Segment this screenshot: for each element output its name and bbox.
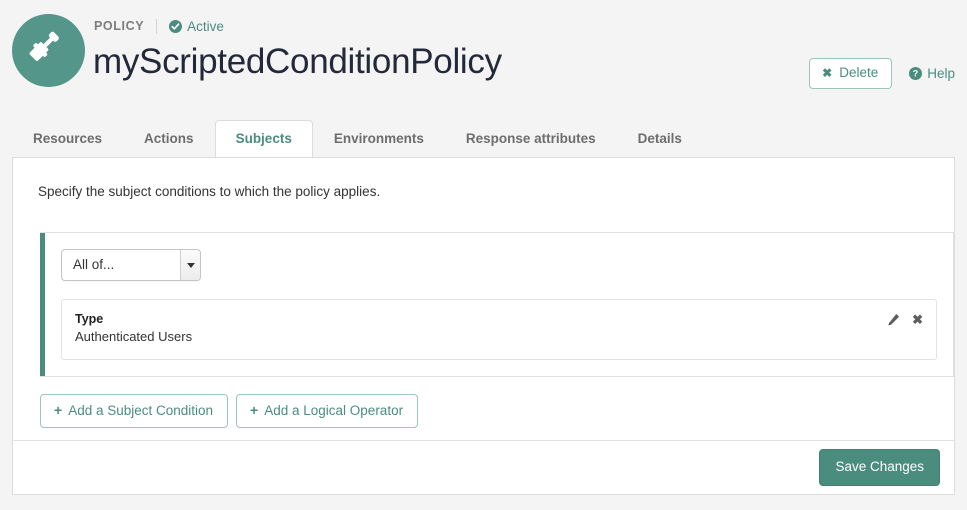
add-subject-condition-label: Add a Subject Condition [68, 403, 214, 418]
tab-resources[interactable]: Resources [12, 120, 123, 158]
logical-operator-value: All of... [73, 257, 115, 272]
panel-footer: Save Changes [13, 440, 954, 494]
remove-condition-button[interactable]: ✖ [912, 313, 923, 326]
policy-avatar [12, 14, 85, 87]
plus-icon: + [250, 402, 259, 418]
tab-label: Environments [333, 131, 424, 146]
edit-condition-button[interactable] [887, 313, 900, 326]
delete-button[interactable]: ✖ Delete [809, 58, 893, 89]
pencil-icon [887, 313, 900, 326]
gavel-icon [29, 31, 69, 71]
tab-label: Resources [33, 131, 103, 146]
tab-label: Actions [144, 131, 194, 146]
panel-body: Specify the subject conditions to which … [13, 158, 954, 428]
tab-details[interactable]: Details [617, 120, 703, 158]
chevron-down-icon[interactable] [180, 250, 200, 280]
tab-label: Details [637, 131, 682, 146]
check-circle-icon [169, 20, 183, 33]
header-meta: POLICY Active [94, 18, 224, 35]
add-buttons-row: + Add a Subject Condition + Add a Logica… [40, 394, 940, 428]
help-link[interactable]: ? Help [909, 65, 955, 81]
add-subject-condition-button[interactable]: + Add a Subject Condition [40, 394, 229, 428]
save-changes-label: Save Changes [835, 459, 924, 474]
tab-actions[interactable]: Actions [123, 120, 215, 158]
subjects-panel: Specify the subject conditions to which … [12, 157, 955, 495]
add-logical-operator-label: Add a Logical Operator [264, 403, 404, 418]
close-x-icon: ✖ [912, 312, 923, 327]
page-header: POLICY Active myScriptedConditionPolicy … [0, 0, 967, 118]
close-x-icon: ✖ [822, 66, 833, 80]
delete-button-label: Delete [839, 65, 879, 80]
tab-response-attributes[interactable]: Response attributes [445, 120, 617, 158]
condition-text: Type Authenticated Users [75, 311, 192, 346]
panel-instruction: Specify the subject conditions to which … [38, 184, 381, 199]
plus-icon: + [54, 402, 63, 418]
tab-label: Subjects [235, 131, 292, 146]
group-accent-stripe [40, 233, 45, 376]
svg-text:?: ? [913, 69, 919, 79]
subject-condition-card[interactable]: Type Authenticated Users ✖ [61, 299, 937, 360]
question-circle-icon: ? [909, 67, 923, 80]
help-link-label: Help [927, 65, 955, 81]
condition-value: Authenticated Users [75, 329, 193, 344]
condition-label: Type [75, 312, 104, 326]
meta-divider [156, 19, 158, 34]
tab-environments[interactable]: Environments [313, 120, 445, 158]
condition-group: All of... Type Authenticated Users ✖ [40, 232, 954, 377]
policy-editor-page: POLICY Active myScriptedConditionPolicy … [0, 0, 967, 510]
policy-tabs: Resources Actions Subjects Environments … [12, 120, 955, 159]
header-actions: ✖ Delete ? Help [809, 58, 955, 89]
page-title: myScriptedConditionPolicy [93, 42, 502, 81]
page-kicker: POLICY [94, 19, 145, 33]
add-logical-operator-button[interactable]: + Add a Logical Operator [236, 394, 419, 428]
logical-operator-select[interactable]: All of... [61, 249, 201, 281]
tab-subjects[interactable]: Subjects [214, 120, 313, 159]
save-changes-button[interactable]: Save Changes [819, 449, 940, 486]
condition-tools: ✖ [887, 311, 923, 326]
status-badge: Active [169, 18, 224, 35]
status-label: Active [187, 19, 224, 34]
tab-label: Response attributes [465, 131, 596, 146]
